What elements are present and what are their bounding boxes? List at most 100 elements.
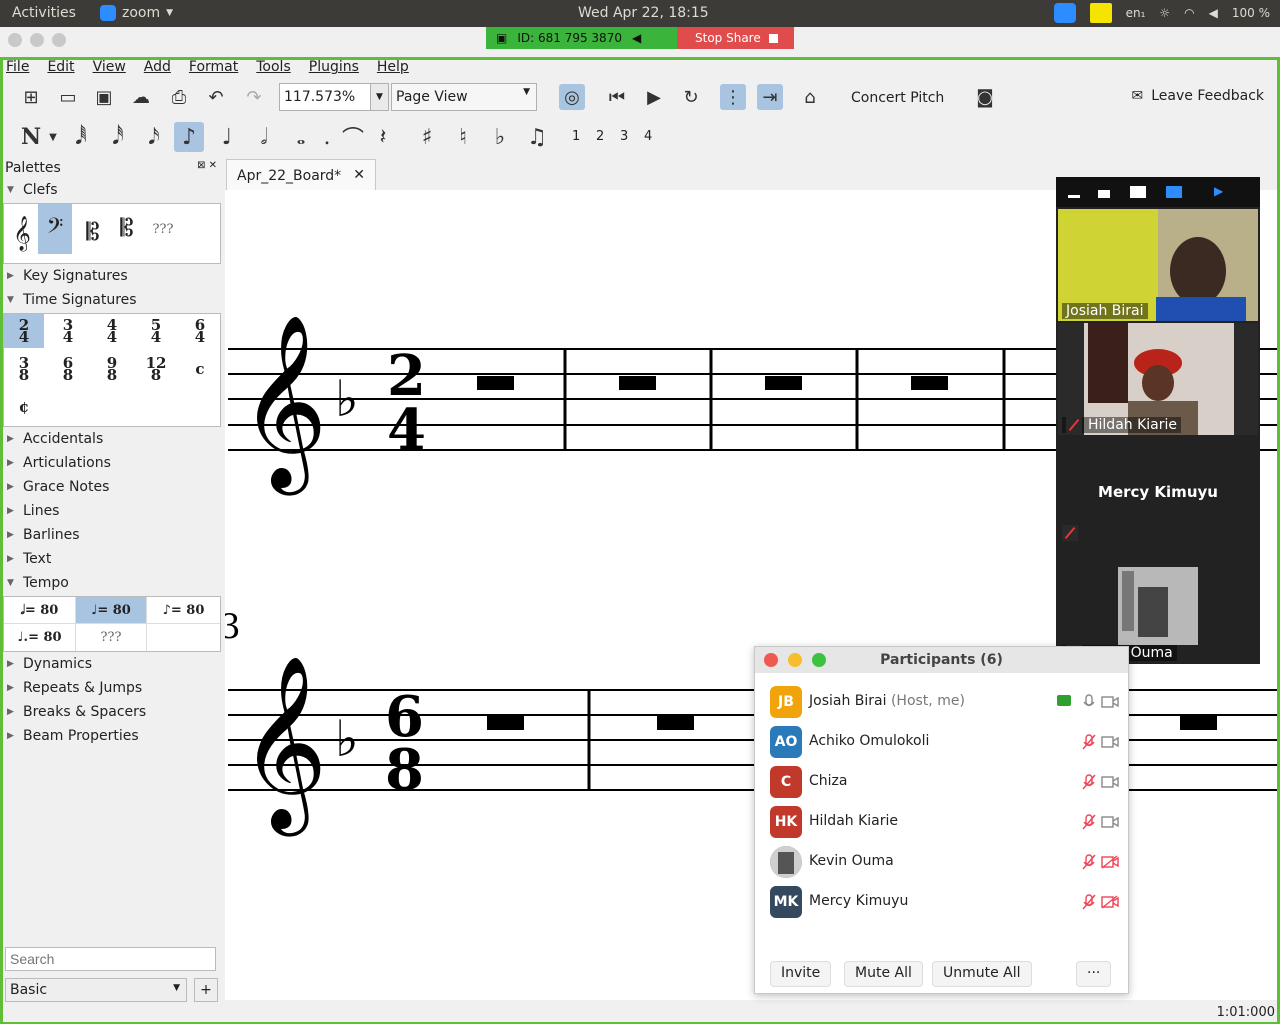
chevron-down-icon[interactable]: ▼ — [38, 122, 68, 152]
time-sig-cell[interactable]: 44 — [92, 314, 132, 348]
add-workspace-button[interactable]: + — [194, 978, 218, 1002]
time-sig-cell[interactable]: 54 — [136, 314, 176, 348]
camera-icon[interactable]: ◙ — [972, 84, 998, 110]
clock[interactable]: Wed Apr 22, 18:15 — [578, 5, 709, 21]
palette-section-key-signatures[interactable]: ▶ Key Signatures — [7, 268, 128, 284]
metronome-toggle-icon[interactable]: ⋮ — [720, 84, 746, 110]
menu-help[interactable]: Help — [377, 59, 409, 79]
palette-section-repeats-jumps[interactable]: ▶ Repeats & Jumps — [7, 680, 142, 696]
muted-mic-icon[interactable] — [1081, 814, 1097, 830]
unknown-clef-cell[interactable]: ??? — [146, 212, 180, 246]
video-tile-josiah[interactable]: Josiah Birai — [1058, 209, 1258, 321]
treble-clef-cell[interactable]: 𝄞 — [6, 204, 38, 263]
redo-icon[interactable]: ↷ — [241, 84, 267, 110]
palette-section-breaks-spacers[interactable]: ▶ Breaks & Spacers — [7, 704, 146, 720]
time-sig-cell[interactable]: 12 8 — [136, 352, 176, 386]
palette-section-articulations[interactable]: ▶ Articulations — [7, 455, 111, 471]
menu-plugins[interactable]: Plugins — [309, 59, 359, 79]
palette-section-clefs[interactable]: ▼ Clefs — [7, 182, 58, 198]
meeting-id-badge[interactable]: ▣ ID: 681 795 3870 ◀ — [486, 27, 677, 49]
tenor-clef-cell[interactable]: 𝄡 — [110, 208, 144, 248]
palette-section-time-signatures[interactable]: ▼ Time Signatures — [7, 292, 137, 308]
thirty-second-note-icon[interactable]: 𝅘𝅥𝅰 — [103, 122, 133, 152]
metronome-icon[interactable]: ⌂ — [797, 84, 823, 110]
chevron-down-icon[interactable]: ▼ — [370, 84, 388, 110]
time-sig-cell[interactable]: 38 — [4, 352, 44, 386]
participant-row[interactable]: JB Josiah Birai (Host, me) — [755, 682, 1128, 722]
muted-mic-icon[interactable] — [1081, 734, 1097, 750]
flip-direction-icon[interactable]: ♫ — [522, 122, 552, 152]
new-score-icon[interactable]: ⊞ — [18, 84, 44, 110]
participant-row[interactable]: MK Mercy Kimuyu — [755, 882, 1128, 922]
palette-section-tempo[interactable]: ▼ Tempo — [7, 575, 69, 591]
tie-icon[interactable]: ⌒ — [338, 122, 368, 152]
voice-4-button[interactable]: 4 — [644, 129, 652, 144]
minimize-window-icon[interactable] — [788, 653, 802, 667]
half-note-icon[interactable]: 𝅗𝅥 — [249, 122, 279, 152]
zoom-tray-icon[interactable] — [1053, 3, 1076, 23]
camera-off-icon[interactable] — [1101, 895, 1119, 909]
tempo-eighth-cell[interactable]: ♪ = 80 — [147, 597, 220, 624]
maximize-window-icon[interactable] — [812, 653, 826, 667]
loop-icon[interactable]: ↻ — [678, 84, 704, 110]
eighth-note-icon[interactable]: ♪ — [174, 122, 204, 152]
camera-icon[interactable] — [1101, 695, 1119, 709]
palette-section-lines[interactable]: ▶ Lines — [7, 503, 59, 519]
bass-clef-cell[interactable]: 𝄢 — [38, 204, 72, 254]
open-folder-icon[interactable]: ▭ — [55, 84, 81, 110]
concert-pitch-button[interactable]: Concert Pitch — [851, 90, 944, 106]
minimize-window-icon[interactable] — [30, 33, 44, 47]
score-tab[interactable]: Apr_22_Board* ✕ — [226, 159, 376, 190]
participant-row[interactable]: Kevin Ouma — [755, 842, 1128, 882]
undo-icon[interactable]: ↶ — [203, 84, 229, 110]
palette-section-dynamics[interactable]: ▶ Dynamics — [7, 656, 92, 672]
save-icon[interactable]: ▣ — [91, 84, 117, 110]
muted-mic-icon[interactable] — [1081, 774, 1097, 790]
gallery-view-icon[interactable] — [1166, 186, 1182, 198]
video-tile-hildah[interactable]: Hildah Kiarie — [1058, 323, 1258, 435]
time-sig-cell[interactable]: 34 — [48, 314, 88, 348]
undock-icon[interactable]: ⊠ ✕ — [197, 160, 217, 171]
time-sig-cell[interactable]: 98 — [92, 352, 132, 386]
menu-tools[interactable]: Tools — [256, 59, 291, 79]
palette-section-beam-properties[interactable]: ▶ Beam Properties — [7, 728, 139, 744]
cut-time-cell[interactable]: ¢ — [4, 390, 44, 424]
sixty-fourth-note-icon[interactable]: 𝅘𝅥𝅱 — [66, 122, 96, 152]
time-sig-cell[interactable]: 24 — [4, 314, 44, 348]
more-options-button[interactable]: ··· — [1076, 961, 1112, 987]
menu-view[interactable]: View — [93, 59, 126, 79]
menu-format[interactable]: Format — [189, 59, 238, 79]
close-window-icon[interactable] — [764, 653, 778, 667]
maximize-window-icon[interactable] — [52, 33, 66, 47]
minimize-video-icon[interactable] — [1068, 195, 1080, 198]
voice-3-button[interactable]: 3 — [620, 129, 628, 144]
time-sig-cell[interactable]: 68 — [48, 352, 88, 386]
active-speaker-view-icon[interactable] — [1098, 190, 1110, 198]
print-icon[interactable]: ⎙ — [166, 84, 192, 110]
app-menu[interactable]: zoom ▼ — [100, 5, 173, 21]
notes-tray-icon[interactable] — [1089, 3, 1112, 23]
mute-all-button[interactable]: Mute All — [844, 961, 923, 987]
participant-row[interactable]: C Chiza — [755, 762, 1128, 802]
stop-share-button[interactable]: Stop Share — [677, 27, 794, 49]
invite-button[interactable]: Invite — [770, 961, 832, 987]
camera-icon[interactable] — [1101, 775, 1119, 789]
language-indicator[interactable]: en₁ — [1126, 6, 1146, 20]
sixteenth-note-icon[interactable]: 𝅘𝅥𝅯 — [139, 122, 169, 152]
participant-row[interactable]: HK Hildah Kiarie — [755, 802, 1128, 842]
palette-section-accidentals[interactable]: ▶ Accidentals — [7, 431, 103, 447]
view-mode-select[interactable]: Page View ▼ — [391, 83, 537, 111]
next-page-icon[interactable]: ▶ — [1214, 184, 1223, 198]
mic-icon[interactable] — [1081, 694, 1097, 710]
tempo-half-cell[interactable]: 𝅗𝅥 = 80 — [4, 597, 76, 624]
natural-icon[interactable]: ♮ — [448, 122, 478, 152]
alto-clef-cell[interactable]: 𝄡 — [76, 212, 110, 252]
close-tab-icon[interactable]: ✕ — [353, 167, 365, 183]
speaker-view-icon[interactable] — [1130, 186, 1146, 198]
play-icon[interactable]: ▶ — [641, 84, 667, 110]
time-sig-cell[interactable]: 64 — [180, 314, 220, 348]
tempo-dotted-quarter-cell[interactable]: ♩. = 80 — [4, 624, 76, 651]
rewind-icon[interactable]: ⏮ — [604, 84, 630, 110]
participant-row[interactable]: AO Achiko Omulokoli — [755, 722, 1128, 762]
midi-input-icon[interactable]: ◎ — [559, 84, 585, 110]
